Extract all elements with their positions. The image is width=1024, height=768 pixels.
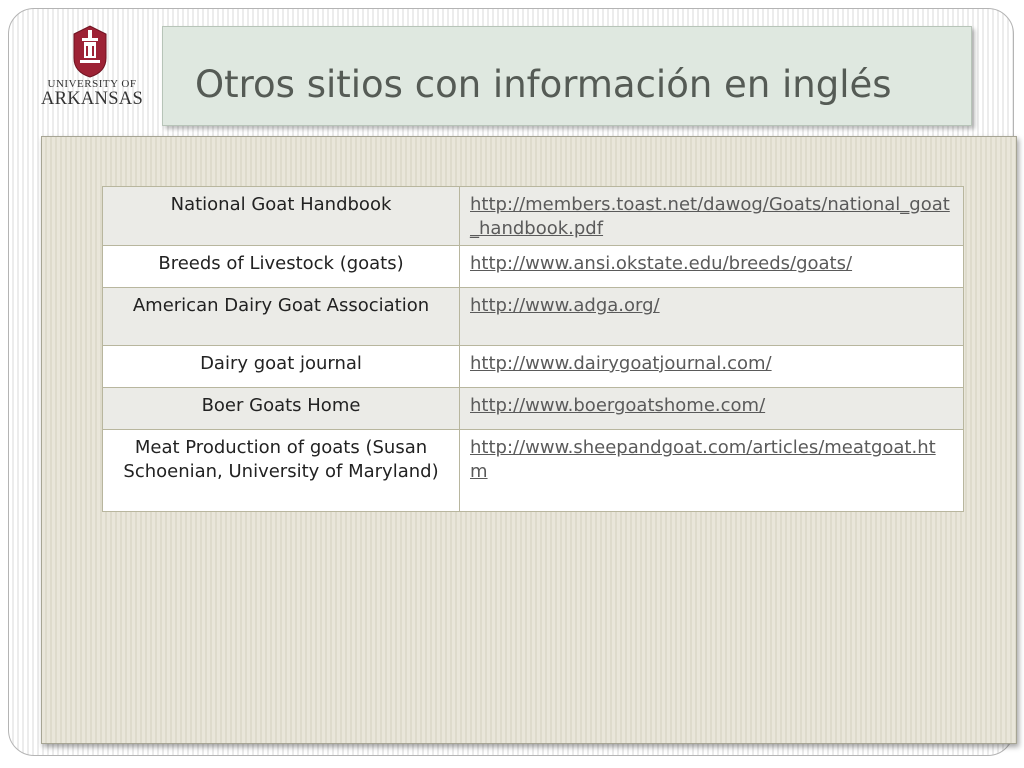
site-name: American Dairy Goat Association	[102, 287, 460, 346]
university-logo: UNIVERSITY OF ARKANSAS	[36, 24, 152, 112]
table-row: American Dairy Goat Association http://w…	[102, 287, 964, 346]
old-main-seal-icon	[73, 25, 107, 78]
site-name: Boer Goats Home	[102, 387, 460, 430]
site-link[interactable]: http://www.ansi.okstate.edu/breeds/goats…	[459, 245, 964, 288]
table-row: National Goat Handbook http://members.to…	[102, 186, 964, 246]
logo-arkansas-text: ARKANSAS	[40, 89, 144, 109]
site-name: Dairy goat journal	[102, 345, 460, 388]
site-link[interactable]: http://www.boergoatshome.com/	[459, 387, 964, 430]
site-link[interactable]: http://www.sheepandgoat.com/articles/mea…	[459, 429, 964, 512]
site-name: National Goat Handbook	[102, 186, 460, 246]
site-link[interactable]: http://www.dairygoatjournal.com/	[459, 345, 964, 388]
slide-title: Otros sitios con información en inglés	[195, 63, 892, 106]
table-row: Meat Production of goats (Susan Schoenia…	[102, 429, 964, 512]
links-table: National Goat Handbook http://members.to…	[102, 186, 964, 512]
site-name: Meat Production of goats (Susan Schoenia…	[102, 429, 460, 512]
table-row: Breeds of Livestock (goats) http://www.a…	[102, 245, 964, 288]
site-name: Breeds of Livestock (goats)	[102, 245, 460, 288]
table-row: Dairy goat journal http://www.dairygoatj…	[102, 345, 964, 388]
title-box: Otros sitios con información en inglés	[162, 26, 972, 126]
site-link[interactable]: http://members.toast.net/dawog/Goats/nat…	[459, 186, 964, 246]
site-link[interactable]: http://www.adga.org/	[459, 287, 964, 346]
table-row: Boer Goats Home http://www.boergoatshome…	[102, 387, 964, 430]
